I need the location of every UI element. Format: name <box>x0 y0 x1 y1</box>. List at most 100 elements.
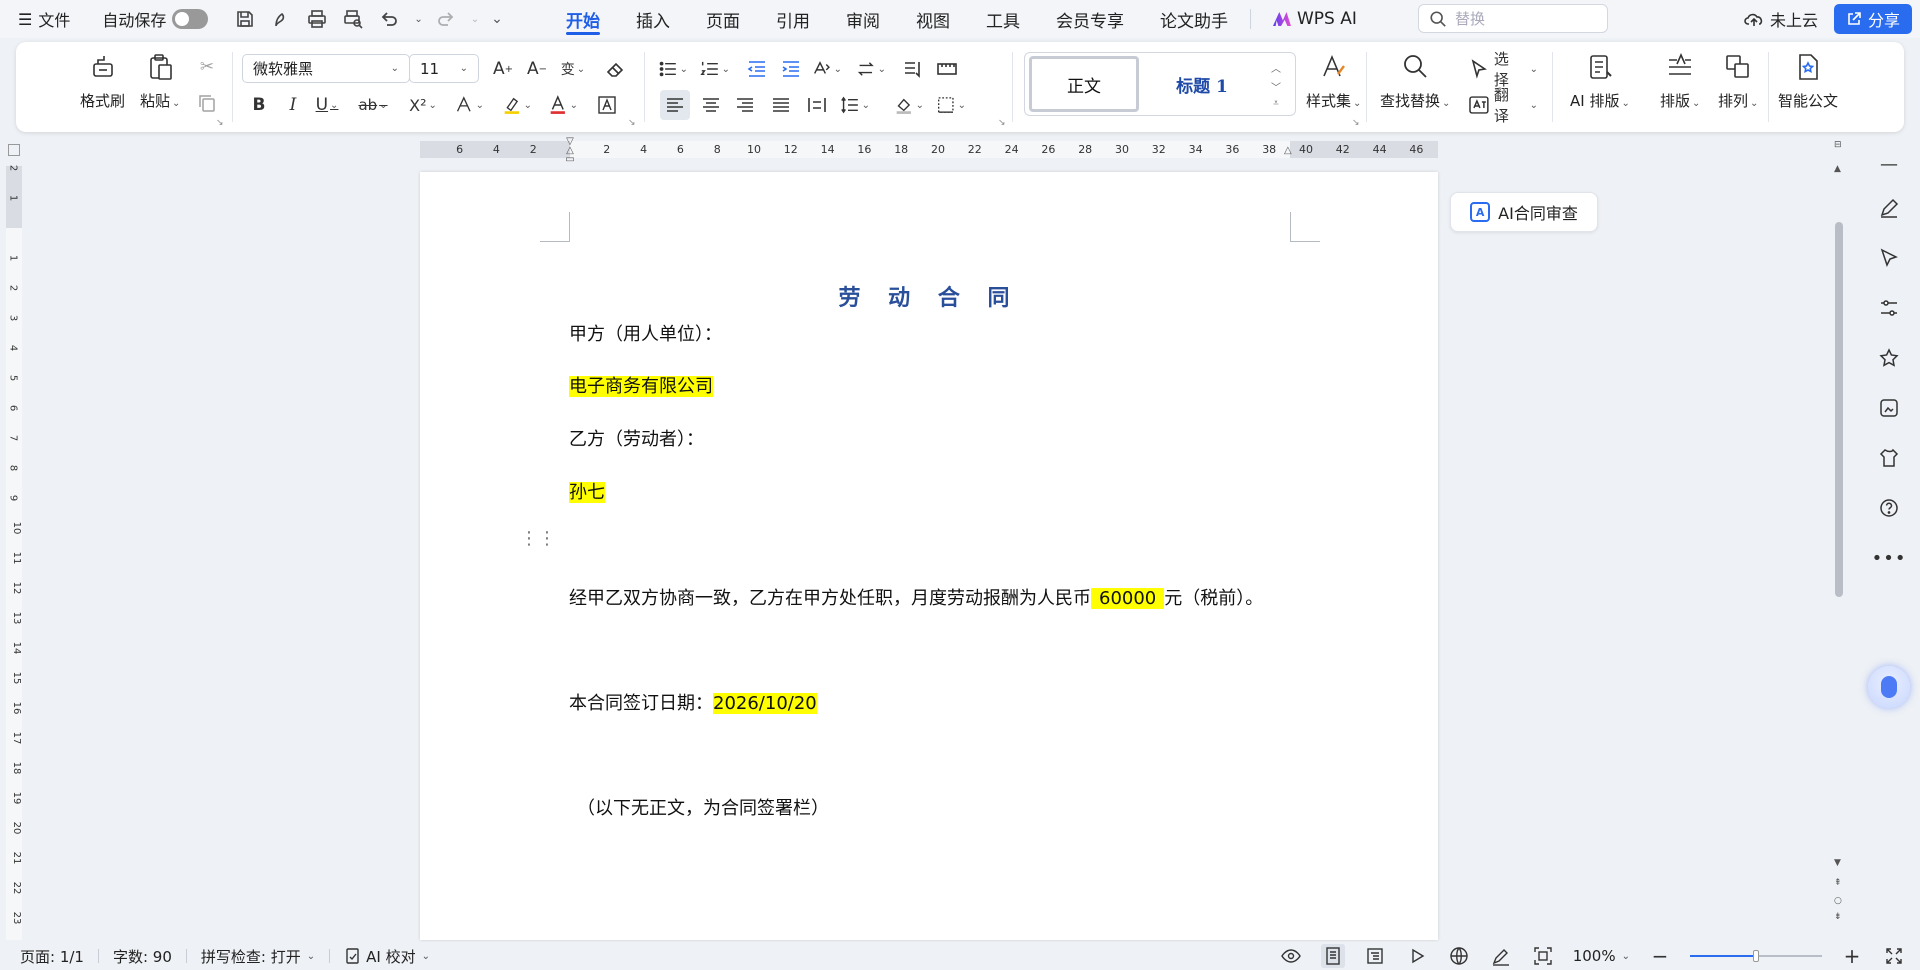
redo-icon[interactable] <box>433 6 459 32</box>
zoom-in-icon[interactable]: + <box>1840 944 1864 968</box>
tab-insert[interactable]: 插入 <box>618 0 688 38</box>
font-dialog-launcher-icon[interactable]: ↘ <box>628 118 636 128</box>
expand-gallery-icon[interactable]: ⩡ <box>1273 98 1279 109</box>
write-mode-icon[interactable] <box>1489 944 1513 968</box>
style-set-button[interactable]: 样式集 ⌄ <box>1306 50 1361 111</box>
fullscreen-icon[interactable] <box>1882 944 1906 968</box>
ai-contract-review-button[interactable]: A AI合同审查 <box>1450 192 1598 232</box>
fit-page-icon[interactable] <box>1531 944 1555 968</box>
layout-button[interactable]: 排版 ⌄ <box>1660 50 1700 111</box>
align-left-icon[interactable] <box>660 90 690 120</box>
vertical-ruler[interactable]: 2 1 1 2 3 4 5 6 7 8 9 10 11 12 13 14 15 16 17 18 19 20 21 22 23 <box>6 165 22 940</box>
zoom-out-icon[interactable]: − <box>1648 944 1672 968</box>
styles-dialog-launcher-icon[interactable]: ↘ <box>1352 118 1360 128</box>
bold-button[interactable]: B <box>244 90 274 120</box>
scroll-down-icon[interactable]: ▼ <box>1834 858 1841 868</box>
page-indicator[interactable]: 页面: 1/1 <box>20 946 84 967</box>
text-effect-icon[interactable]: ⌄ <box>454 90 484 120</box>
tab-wps-ai[interactable]: WPS AI <box>1255 0 1375 38</box>
help-icon[interactable] <box>1873 492 1905 524</box>
page-view-icon[interactable] <box>1320 944 1345 968</box>
zoom-slider-knob[interactable] <box>1753 950 1759 962</box>
styles-scroll[interactable]: ︿ ﹀ ⩡ <box>1265 60 1287 109</box>
browse-object-icon[interactable]: ○ <box>1834 896 1842 906</box>
redo-dropdown-icon[interactable]: ⌄ <box>471 14 479 25</box>
character-border-icon[interactable] <box>592 90 622 120</box>
document-title[interactable]: 劳 动 合 同 <box>420 280 1438 312</box>
salary-paragraph[interactable]: 经甲乙双方协商一致，乙方在甲方处任职，月度劳动报酬为人民币 60000 元（税前）。 <box>569 584 1263 610</box>
strikethrough-button[interactable]: ab ⌄ <box>358 90 388 120</box>
play-icon[interactable] <box>1405 944 1429 968</box>
superscript-button[interactable]: X² ⌄ <box>408 90 438 120</box>
tab-references[interactable]: 引用 <box>758 0 828 38</box>
ending-note[interactable]: （以下无正文，为合同签署栏） <box>577 794 829 820</box>
tab-member[interactable]: 会员专享 <box>1038 0 1142 38</box>
more-icon[interactable]: ••• <box>1872 542 1906 574</box>
paste-dropdown-icon[interactable]: ⌄ <box>172 98 180 109</box>
drag-handle-icon[interactable]: ⋮⋮ <box>520 530 556 548</box>
tab-review[interactable]: 审阅 <box>828 0 898 38</box>
highlight-color-icon[interactable]: ⌄ <box>502 90 532 120</box>
next-page-icon[interactable]: ⇟ <box>1834 912 1842 922</box>
tab-view[interactable]: 视图 <box>898 0 968 38</box>
zoom-level[interactable]: 100% ⌄ <box>1573 947 1630 965</box>
ruler-toggle-icon[interactable]: ⊟ <box>1834 140 1842 150</box>
ruler-tab-selector[interactable] <box>8 144 20 156</box>
scrollbar-thumb[interactable] <box>1835 222 1843 597</box>
sign-date-paragraph[interactable]: 本合同签订日期：2026/10/20 <box>569 689 817 715</box>
ai-layout-button[interactable]: AI 排版 ⌄ <box>1570 50 1630 111</box>
word-count[interactable]: 字数: 90 <box>113 946 172 967</box>
paragraph-dialog-launcher-icon[interactable]: ↘ <box>998 118 1006 128</box>
chevron-up-icon[interactable]: ︿ <box>1271 60 1281 75</box>
shading-icon[interactable]: ⌄ <box>894 90 924 120</box>
numbered-list-icon[interactable]: ⌄ <box>700 54 730 84</box>
undo-icon[interactable] <box>376 6 402 32</box>
chevron-down-icon[interactable]: ﹀ <box>1271 79 1281 94</box>
tab-paper-assistant[interactable]: 论文助手 <box>1142 0 1246 38</box>
party-a-name[interactable]: 电子商务有限公司 <box>569 372 713 398</box>
align-right-icon[interactable] <box>730 90 760 120</box>
print-icon[interactable] <box>304 6 330 32</box>
outline-view-icon[interactable] <box>1363 944 1387 968</box>
previous-page-icon[interactable]: ⇞ <box>1834 878 1842 888</box>
print-preview-icon[interactable] <box>340 6 366 32</box>
web-view-icon[interactable] <box>1447 944 1471 968</box>
document-page[interactable]: 劳 动 合 同 甲方（用人单位）： 电子商务有限公司 乙方（劳动者）： 孙七 ⋮… <box>420 172 1438 940</box>
underline-button[interactable]: U ⌄ <box>312 90 342 120</box>
text-direction-icon[interactable]: ⌄ <box>812 54 842 84</box>
skin-shirt-icon[interactable] <box>1873 442 1905 474</box>
tab-home[interactable]: 开始 <box>548 0 618 38</box>
select-button[interactable]: 选择 ⌄ <box>1468 50 1538 89</box>
smart-doc-button[interactable]: 智能公文 <box>1778 50 1838 111</box>
search-input[interactable]: 替换 <box>1418 4 1608 33</box>
style-heading-1[interactable]: 标题 1 <box>1139 56 1265 112</box>
align-center-icon[interactable] <box>696 90 726 120</box>
font-size-select[interactable]: 11 ⌄ <box>409 54 479 83</box>
adjust-sliders-icon[interactable] <box>1873 292 1905 324</box>
horizontal-ruler[interactable]: 6 4 2 2 4 6 8 10 12 14 16 18 20 22 24 26 28 30 32 34 36 38 40 4… <box>420 137 1438 165</box>
right-indent-marker-icon[interactable]: △ <box>1284 145 1296 156</box>
grow-font-icon[interactable]: A + <box>488 54 518 84</box>
collapse-panel-icon[interactable]: — <box>1873 148 1905 180</box>
cut-icon[interactable]: ✂ <box>192 52 222 82</box>
bullet-list-icon[interactable]: ⌄ <box>658 54 688 84</box>
scroll-up-icon[interactable]: ▲ <box>1834 164 1841 174</box>
spell-check-toggle[interactable]: 拼写检查: 打开 ⌄ <box>201 946 315 967</box>
sort-icon[interactable] <box>898 54 928 84</box>
distributed-align-icon[interactable] <box>802 90 832 120</box>
ai-proofread-button[interactable]: AI 校对 ⌄ <box>344 946 430 967</box>
line-spacing-icon[interactable]: ⌄ <box>840 90 870 120</box>
find-replace-button[interactable]: 查找替换 ⌄ <box>1380 50 1450 111</box>
party-a-label[interactable]: 甲方（用人单位）： <box>569 320 722 346</box>
decrease-indent-icon[interactable] <box>742 54 772 84</box>
clipboard-dialog-launcher-icon[interactable]: ↘ <box>216 118 224 128</box>
justify-icon[interactable] <box>766 90 796 120</box>
autosave-toggle[interactable]: 自动保存 <box>102 7 209 31</box>
quick-access-more-icon[interactable]: ⌄ <box>491 11 503 27</box>
export-pdf-icon[interactable] <box>268 6 294 32</box>
eye-protection-icon[interactable] <box>1279 944 1303 968</box>
assistant-bot-icon[interactable] <box>1868 666 1910 708</box>
star-pin-icon[interactable] <box>1873 342 1905 374</box>
italic-button[interactable]: I <box>278 90 308 120</box>
share-button[interactable]: 分享 <box>1833 4 1912 34</box>
